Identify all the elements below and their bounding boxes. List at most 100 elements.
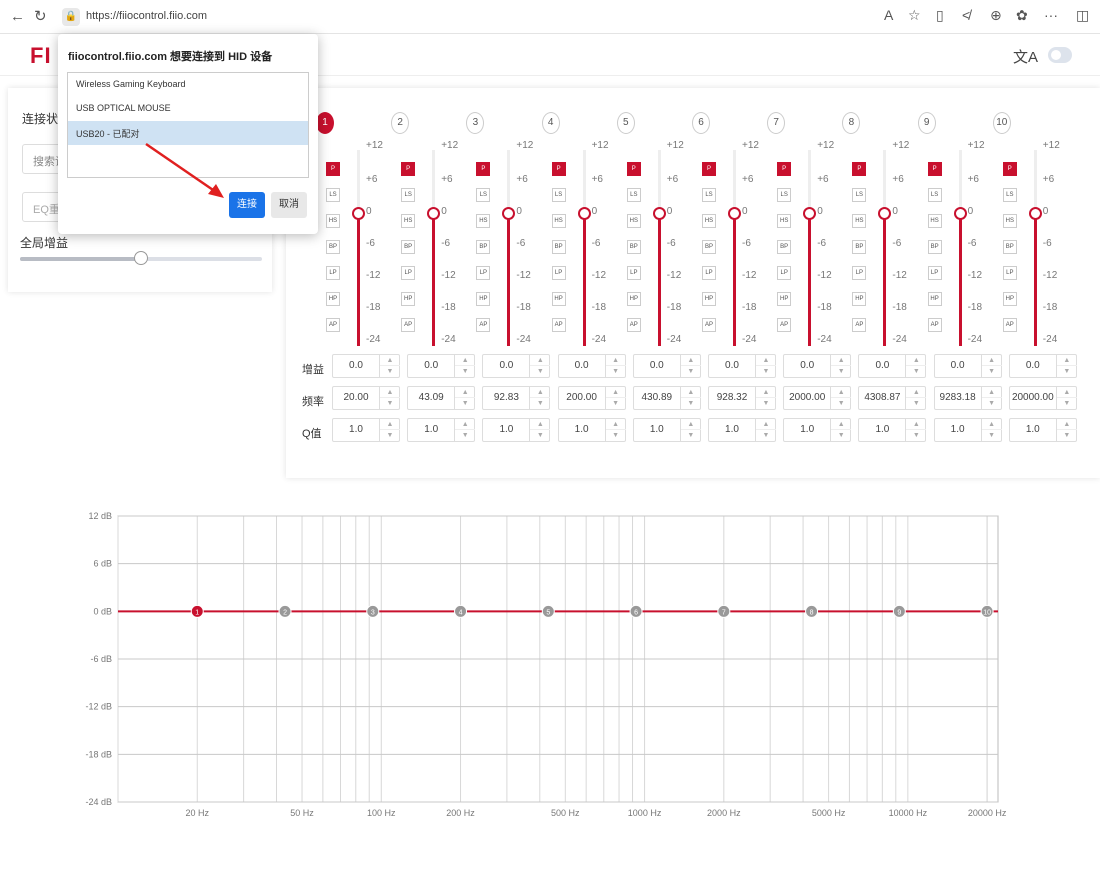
band-gain-input[interactable]: 0.0 ▲ ▼ — [557, 354, 626, 378]
band-q-input[interactable]: 1.0 ▲ ▼ — [332, 418, 400, 442]
filter-type-hp-button[interactable]: HP — [927, 292, 942, 306]
band-gain-input[interactable]: 0.0 ▲ ▼ — [482, 354, 551, 378]
band-gain-input[interactable]: 0.0 ▲ ▼ — [1008, 354, 1077, 378]
lock-icon[interactable]: 🔒 — [62, 8, 80, 26]
decrement-icon[interactable]: ▼ — [455, 366, 475, 377]
filter-type-lp-button[interactable]: LP — [852, 266, 867, 280]
band-gain-value[interactable]: 0.0 — [559, 355, 605, 377]
decrement-icon[interactable]: ▼ — [1057, 398, 1077, 409]
filter-type-hs-button[interactable]: HS — [401, 214, 416, 228]
filter-type-hp-button[interactable]: HP — [476, 292, 491, 306]
filter-type-lp-button[interactable]: LP — [777, 266, 792, 280]
band-gain-value[interactable]: 0.0 — [1010, 355, 1056, 377]
increment-icon[interactable]: ▲ — [680, 387, 701, 398]
band-number[interactable]: 3 — [466, 112, 485, 134]
band-gain-value[interactable]: 0.0 — [408, 355, 454, 377]
cancel-button[interactable]: 取消 — [271, 192, 307, 218]
filter-type-hs-button[interactable]: HS — [326, 214, 340, 228]
decrement-icon[interactable]: ▼ — [455, 430, 475, 441]
decrement-icon[interactable]: ▼ — [606, 430, 626, 441]
increment-icon[interactable]: ▲ — [756, 387, 776, 398]
increment-icon[interactable]: ▲ — [831, 419, 852, 430]
address-bar[interactable]: 🔒 https://fiiocontrol.fiio.com — [58, 6, 838, 28]
filter-type-ap-button[interactable]: AP — [401, 318, 416, 332]
filter-type-ap-button[interactable]: AP — [626, 318, 641, 332]
refresh-icon[interactable]: ↻ — [34, 8, 47, 26]
band-number[interactable]: 4 — [541, 112, 560, 134]
band-q-value[interactable]: 1.0 — [784, 419, 830, 441]
filter-type-ap-button[interactable]: AP — [476, 318, 491, 332]
band-freq-input[interactable]: 9283.18 ▲ ▼ — [933, 386, 1002, 410]
filter-type-hs-button[interactable]: HS — [626, 214, 641, 228]
increment-icon[interactable]: ▲ — [831, 387, 852, 398]
increment-icon[interactable]: ▲ — [981, 355, 1002, 366]
decrement-icon[interactable]: ▼ — [380, 398, 400, 409]
connect-button[interactable]: 连接 — [229, 192, 265, 218]
decrement-icon[interactable]: ▼ — [982, 430, 1002, 441]
filter-type-bp-button[interactable]: BP — [852, 240, 867, 254]
band-q-input[interactable]: 1.0 ▲ ▼ — [783, 418, 852, 442]
filter-type-p-button[interactable]: P — [326, 162, 340, 176]
decrement-icon[interactable]: ▼ — [906, 366, 926, 377]
decrement-icon[interactable]: ▼ — [831, 430, 851, 441]
decrement-icon[interactable]: ▼ — [831, 366, 851, 377]
band-q-value[interactable]: 1.0 — [709, 419, 755, 441]
increment-icon[interactable]: ▲ — [906, 387, 927, 398]
band-freq-input[interactable]: 430.89 ▲ ▼ — [632, 386, 701, 410]
filter-type-p-button[interactable]: P — [702, 162, 716, 176]
decrement-icon[interactable]: ▼ — [982, 398, 1002, 409]
band-q-input[interactable]: 1.0 ▲ ▼ — [482, 418, 551, 442]
filter-type-ap-button[interactable]: AP — [777, 318, 792, 332]
band-gain-input[interactable]: 0.0 ▲ ▼ — [933, 354, 1002, 378]
band-freq-input[interactable]: 20.00 ▲ ▼ — [332, 386, 400, 410]
filter-type-ls-button[interactable]: LS — [551, 188, 566, 202]
band-number[interactable]: 1 — [316, 112, 334, 134]
decrement-icon[interactable]: ▼ — [681, 430, 701, 441]
increment-icon[interactable]: ▲ — [1056, 355, 1077, 366]
filter-type-bp-button[interactable]: BP — [551, 240, 566, 254]
band-gain-value[interactable]: 0.0 — [483, 355, 529, 377]
band-q-value[interactable]: 1.0 — [559, 419, 605, 441]
filter-type-hs-button[interactable]: HS — [852, 214, 867, 228]
increment-icon[interactable]: ▲ — [530, 419, 551, 430]
band-freq-input[interactable]: 2000.00 ▲ ▼ — [783, 386, 852, 410]
increment-icon[interactable]: ▲ — [605, 419, 626, 430]
filter-type-lp-button[interactable]: LP — [626, 266, 641, 280]
increment-icon[interactable]: ▲ — [1056, 419, 1077, 430]
decrement-icon[interactable]: ▼ — [756, 398, 776, 409]
increment-icon[interactable]: ▲ — [605, 387, 626, 398]
band-freq-input[interactable]: 4308.87 ▲ ▼ — [858, 386, 927, 410]
filter-type-bp-button[interactable]: BP — [476, 240, 491, 254]
increment-icon[interactable]: ▲ — [981, 387, 1002, 398]
band-number[interactable]: 8 — [842, 112, 861, 134]
filter-type-ls-button[interactable]: LS — [476, 188, 491, 202]
band-freq-value[interactable]: 9283.18 — [935, 387, 981, 409]
increment-icon[interactable]: ▲ — [906, 355, 927, 366]
global-gain-thumb[interactable] — [134, 251, 148, 265]
decrement-icon[interactable]: ▼ — [906, 398, 926, 409]
filter-type-hp-button[interactable]: HP — [401, 292, 416, 306]
filter-type-bp-button[interactable]: BP — [777, 240, 792, 254]
favorites-bar-icon[interactable]: ≮ — [962, 7, 970, 23]
band-freq-value[interactable]: 20000.00 — [1010, 387, 1056, 409]
filter-type-ap-button[interactable]: AP — [551, 318, 566, 332]
increment-icon[interactable]: ▲ — [680, 355, 701, 366]
band-number[interactable]: 2 — [391, 112, 410, 134]
decrement-icon[interactable]: ▼ — [756, 366, 776, 377]
filter-type-hs-button[interactable]: HS — [777, 214, 792, 228]
increment-icon[interactable]: ▲ — [530, 387, 551, 398]
favorite-icon[interactable]: ☆ — [908, 7, 921, 24]
filter-type-lp-button[interactable]: LP — [326, 266, 340, 280]
filter-type-ls-button[interactable]: LS — [326, 188, 340, 202]
filter-type-lp-button[interactable]: LP — [1002, 266, 1017, 280]
filter-type-lp-button[interactable]: LP — [476, 266, 491, 280]
decrement-icon[interactable]: ▼ — [1057, 366, 1077, 377]
decrement-icon[interactable]: ▼ — [831, 398, 851, 409]
global-gain-slider[interactable] — [20, 251, 262, 265]
filter-type-lp-button[interactable]: LP — [927, 266, 942, 280]
increment-icon[interactable]: ▲ — [981, 419, 1002, 430]
filter-type-hs-button[interactable]: HS — [551, 214, 566, 228]
increment-icon[interactable]: ▲ — [605, 355, 626, 366]
band-freq-input[interactable]: 92.83 ▲ ▼ — [482, 386, 551, 410]
band-q-input[interactable]: 1.0 ▲ ▼ — [407, 418, 476, 442]
